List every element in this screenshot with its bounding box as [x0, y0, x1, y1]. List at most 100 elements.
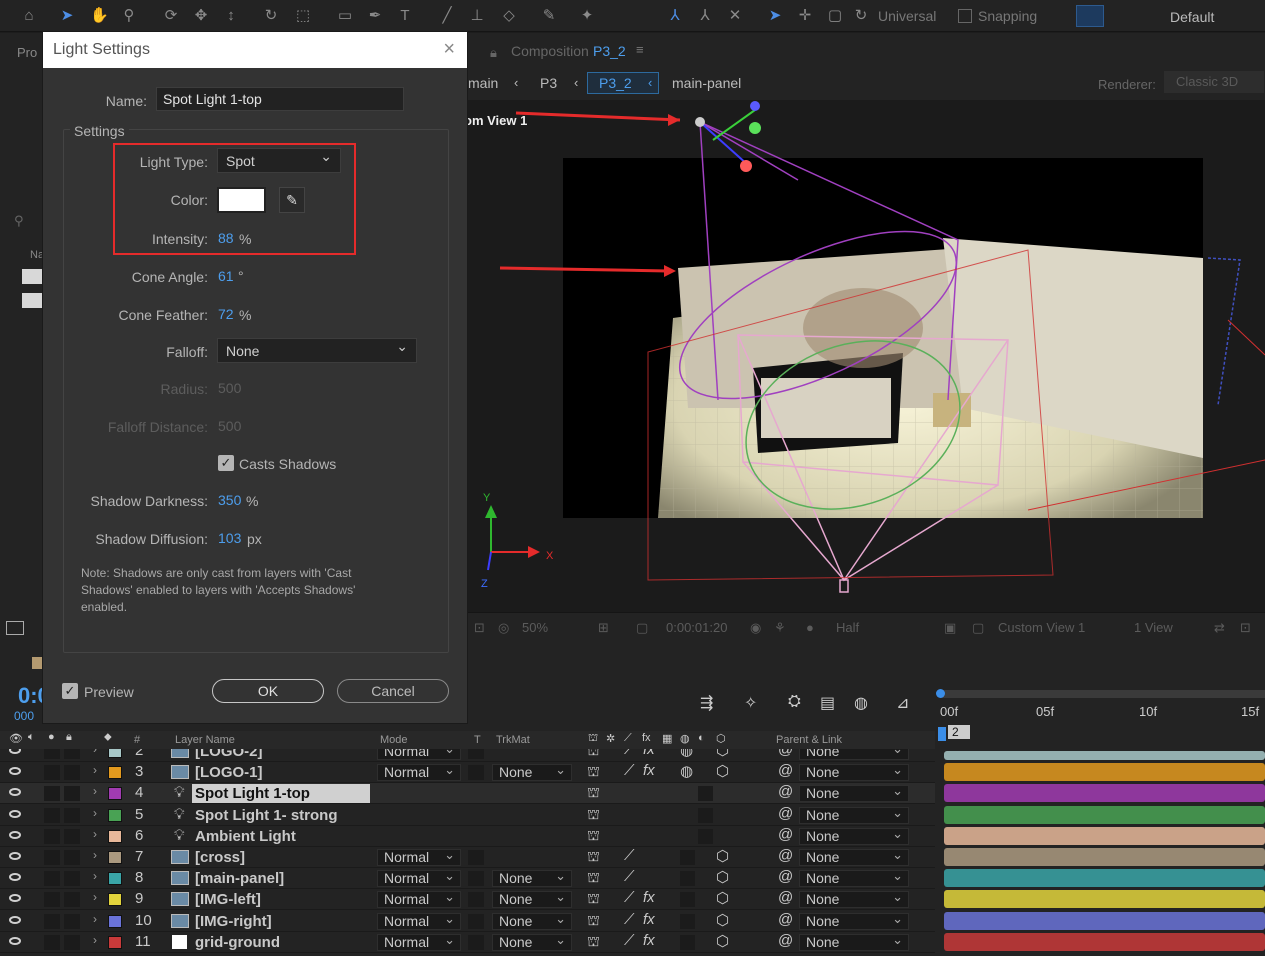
layer-duration-bar[interactable]: [944, 869, 1265, 887]
workspace-label[interactable]: Default: [1170, 9, 1214, 25]
lock-toggle[interactable]: [64, 892, 80, 907]
snapping-label[interactable]: Snapping: [978, 8, 1037, 24]
channel-icon[interactable]: ⚘: [774, 620, 786, 636]
pan-camera-icon[interactable]: ✥: [192, 7, 210, 25]
solo-toggle[interactable]: [44, 749, 60, 759]
motion-blur-switch-icon[interactable]: ◍: [680, 762, 693, 780]
motion-blur-switch[interactable]: [680, 935, 695, 950]
fx-switch-icon[interactable]: fx: [643, 762, 655, 779]
name-input[interactable]: Spot Light 1-top: [156, 87, 404, 111]
roto-brush-icon[interactable]: ✎: [540, 7, 558, 25]
mode-dropdown[interactable]: Normal: [377, 932, 461, 951]
solo-toggle[interactable]: [44, 892, 60, 907]
color-swatch[interactable]: [217, 187, 266, 213]
light-type-select[interactable]: Spot: [217, 148, 341, 173]
shy-switch-icon[interactable]: ⛫: [587, 806, 600, 825]
parent-dropdown[interactable]: None: [799, 932, 909, 951]
pick-whip-icon[interactable]: @: [778, 868, 793, 885]
3d-layer-switch-icon[interactable]: ⬡: [716, 868, 729, 886]
fx-switch-icon[interactable]: fx: [643, 932, 655, 949]
preview-checkbox[interactable]: ✓: [62, 683, 78, 699]
eye-icon[interactable]: [9, 767, 21, 775]
project-tab-label[interactable]: Pro: [17, 45, 37, 60]
mode-dropdown[interactable]: Normal: [377, 847, 461, 866]
pick-whip-icon[interactable]: @: [778, 783, 793, 800]
3d-layer-switch-icon[interactable]: ⬡: [716, 889, 729, 907]
layer-row[interactable]: › 6 💡︎ Ambient Light ⛫ @ None: [0, 826, 935, 847]
selection-3d-icon[interactable]: ➤: [766, 7, 784, 25]
trkmat-dropdown[interactable]: None: [492, 762, 572, 781]
motion-blur-switch-icon[interactable]: ◍: [680, 749, 693, 759]
preserve-transparency-toggle[interactable]: [468, 892, 484, 907]
layer-name[interactable]: [IMG-right]: [195, 913, 272, 930]
chevron-right-icon[interactable]: ›: [93, 869, 97, 883]
type-tool-icon[interactable]: T: [396, 7, 414, 25]
solo-toggle[interactable]: [44, 808, 60, 823]
local-axis-icon[interactable]: ⅄: [666, 7, 684, 25]
breadcrumb-item[interactable]: main: [468, 75, 498, 91]
cone-feather-value[interactable]: 72: [218, 306, 234, 322]
composition-viewer[interactable]: om View 1 Y X Z: [464, 100, 1265, 612]
solo-icon[interactable]: ●: [48, 731, 55, 743]
lock-toggle[interactable]: [64, 914, 80, 929]
color-channels-icon[interactable]: ●: [806, 620, 814, 635]
eyedropper-icon[interactable]: ✎: [279, 187, 305, 213]
layer-name[interactable]: Spot Light 1-top: [195, 785, 310, 802]
lock-toggle[interactable]: [64, 749, 80, 759]
timecode-display[interactable]: 0:00:01:20: [666, 620, 727, 635]
layer-name[interactable]: [main-panel]: [195, 870, 284, 887]
preserve-transparency-toggle[interactable]: [468, 871, 484, 886]
snapshot-icon[interactable]: ⊡: [474, 620, 485, 636]
adjustment-switch[interactable]: [698, 786, 713, 801]
parent-dropdown[interactable]: None: [799, 868, 909, 887]
shy-switch-icon[interactable]: ⛫: [587, 933, 600, 952]
fx-switch-icon[interactable]: fx: [643, 911, 655, 928]
orbit-camera-icon[interactable]: ⟳: [162, 7, 180, 25]
cone-angle-value[interactable]: 61: [218, 268, 234, 284]
motion-blur-icon[interactable]: ◍: [854, 693, 868, 713]
motion-blur-switch[interactable]: [680, 850, 695, 865]
marker-label[interactable]: 2: [948, 725, 970, 739]
layer-duration-bar[interactable]: [944, 751, 1265, 760]
eye-icon[interactable]: 👁︎: [9, 732, 23, 745]
eye-icon[interactable]: [9, 831, 21, 839]
mode-dropdown[interactable]: Normal: [377, 911, 461, 930]
layer-row[interactable]: › 8 [main-panel] Normal None ⛫ ⟋ ⬡ @ None: [0, 868, 935, 889]
parent-dropdown[interactable]: None: [799, 847, 909, 866]
layer-name[interactable]: Ambient Light: [195, 828, 296, 845]
chevron-right-icon[interactable]: ›: [93, 763, 97, 777]
ok-button[interactable]: OK: [212, 679, 324, 703]
preserve-transparency-toggle[interactable]: [468, 765, 484, 780]
label-color-swatch[interactable]: [108, 809, 122, 822]
universal-label[interactable]: Universal: [878, 8, 936, 24]
solo-toggle[interactable]: [44, 850, 60, 865]
pick-whip-icon[interactable]: @: [778, 847, 793, 864]
dolly-camera-icon[interactable]: ↕: [222, 7, 240, 25]
transparency-icon[interactable]: ▣: [944, 620, 956, 636]
layer-duration-bar[interactable]: [944, 806, 1265, 824]
view-dropdown[interactable]: Custom View 1: [998, 620, 1085, 635]
layer-duration-bar[interactable]: [944, 763, 1265, 781]
solo-toggle[interactable]: [44, 871, 60, 886]
solo-toggle[interactable]: [44, 935, 60, 950]
parent-dropdown[interactable]: None: [799, 826, 909, 845]
shy-switch-icon[interactable]: ⛫: [587, 763, 600, 782]
quality-switch-icon[interactable]: ⟋: [624, 762, 635, 779]
draft-3d-icon[interactable]: ✧: [744, 693, 757, 713]
lock-toggle[interactable]: [64, 850, 80, 865]
layer-duration-bar[interactable]: [944, 890, 1265, 908]
3d-layer-switch-icon[interactable]: ⬡: [716, 911, 729, 929]
search-icon[interactable]: ⚲: [14, 213, 24, 229]
work-area-bar[interactable]: [940, 690, 1265, 698]
layer-name[interactable]: [LOGO-2]: [195, 749, 263, 760]
label-color-swatch[interactable]: [108, 936, 122, 949]
preserve-transparency-toggle[interactable]: [468, 914, 484, 929]
layer-name[interactable]: [IMG-left]: [195, 891, 261, 908]
motion-blur-switch[interactable]: [680, 871, 695, 886]
pick-whip-icon[interactable]: @: [778, 805, 793, 822]
layer-row[interactable]: › 2 [LOGO-2] Normal ⛫ ⟋ fx ◍ ⬡ @ None: [0, 749, 935, 762]
solo-toggle[interactable]: [44, 829, 60, 844]
layer-duration-bar[interactable]: [944, 827, 1265, 845]
quality-switch-icon[interactable]: ⟋: [624, 889, 635, 906]
lock-toggle[interactable]: [64, 935, 80, 950]
